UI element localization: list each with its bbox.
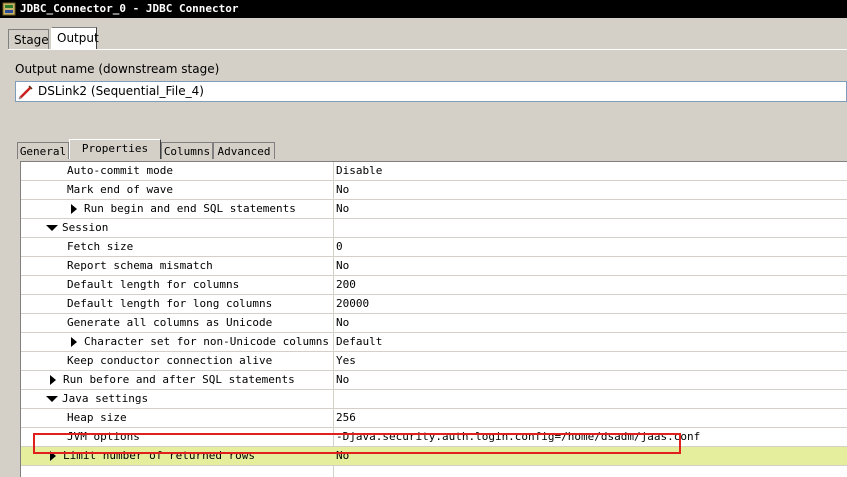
- property-row-fetch-size[interactable]: Fetch size 0: [21, 238, 847, 257]
- output-name-value: DSLink2 (Sequential_File_4): [38, 84, 204, 98]
- property-row-jvm-options[interactable]: JVM options -Djava.security.auth.login.c…: [21, 428, 847, 447]
- property-value[interactable]: 0: [336, 238, 343, 256]
- row-handle: [21, 447, 43, 465]
- row-handle: [21, 352, 43, 370]
- property-value[interactable]: 200: [336, 276, 356, 294]
- property-row-limit-returned-rows[interactable]: Limit number of returned rows No: [21, 447, 847, 466]
- property-name: Fetch size: [67, 240, 134, 253]
- property-row-character-set[interactable]: Character set for non-Unicode columns De…: [21, 333, 847, 352]
- output-name-label: Output name (downstream stage): [15, 62, 220, 76]
- property-name: Run before and after SQL statements: [63, 373, 295, 386]
- property-name: Mark end of wave: [67, 183, 173, 196]
- tab-strip-divider: [8, 49, 847, 50]
- property-row-mark-end-of-wave[interactable]: Mark end of wave No: [21, 181, 847, 200]
- property-name: Character set for non-Unicode columns: [84, 335, 330, 348]
- collapse-icon[interactable]: [46, 396, 58, 402]
- property-value[interactable]: Default: [336, 333, 382, 351]
- row-handle: [21, 238, 43, 256]
- row-handle: [21, 428, 43, 446]
- link-icon: [18, 85, 33, 100]
- property-row-java-settings[interactable]: Java settings: [21, 390, 847, 409]
- row-handle: [21, 162, 43, 180]
- expand-icon[interactable]: [71, 337, 77, 347]
- window-title-bar[interactable]: JDBC_Connector_0 - JDBC Connector: [0, 0, 847, 18]
- property-name: Report schema mismatch: [67, 259, 213, 272]
- property-row-run-begin-end-sql[interactable]: Run begin and end SQL statements No: [21, 200, 847, 219]
- property-row-report-schema-mismatch[interactable]: Report schema mismatch No: [21, 257, 847, 276]
- property-value[interactable]: 20000: [336, 295, 369, 313]
- connector-stage-icon: [2, 2, 16, 16]
- row-handle: [21, 371, 43, 389]
- property-row-session[interactable]: Session: [21, 219, 847, 238]
- row-handle: [21, 181, 43, 199]
- collapse-icon[interactable]: [46, 225, 58, 231]
- row-handle: [21, 276, 43, 294]
- property-name: Run begin and end SQL statements: [84, 202, 296, 215]
- property-name: Limit number of returned rows: [63, 449, 256, 462]
- property-row-default-length-long-columns[interactable]: Default length for long columns 20000: [21, 295, 847, 314]
- row-handle: [21, 409, 43, 427]
- property-value[interactable]: No: [336, 447, 349, 465]
- property-value[interactable]: Yes: [336, 352, 356, 370]
- property-name: Session: [62, 221, 109, 234]
- property-value[interactable]: No: [336, 257, 349, 275]
- tab-stage[interactable]: Stage: [8, 29, 49, 49]
- row-handle: [21, 314, 43, 332]
- property-name: Default length for columns: [67, 278, 240, 291]
- properties-grid[interactable]: Auto-commit mode Disable Mark end of wav…: [20, 161, 847, 477]
- property-name: Java settings: [62, 392, 149, 405]
- property-name: Auto-commit mode: [67, 164, 173, 177]
- row-handle: [21, 257, 43, 275]
- property-value[interactable]: No: [336, 181, 349, 199]
- row-handle: [21, 219, 43, 237]
- property-name: Keep conductor connection alive: [67, 354, 273, 367]
- property-row-default-length-columns[interactable]: Default length for columns 200: [21, 276, 847, 295]
- property-name: JVM options: [67, 430, 140, 443]
- property-row-generate-unicode[interactable]: Generate all columns as Unicode No: [21, 314, 847, 333]
- expand-icon[interactable]: [50, 451, 56, 461]
- property-name: Heap size: [67, 411, 127, 424]
- property-value[interactable]: 256: [336, 409, 356, 427]
- property-value[interactable]: No: [336, 314, 349, 332]
- property-name: Generate all columns as Unicode: [67, 316, 273, 329]
- property-value[interactable]: No: [336, 200, 349, 218]
- tab-advanced[interactable]: Advanced: [213, 142, 275, 159]
- property-row-heap-size[interactable]: Heap size 256: [21, 409, 847, 428]
- tab-columns[interactable]: Columns: [161, 142, 213, 159]
- row-handle: [21, 200, 43, 218]
- row-handle: [21, 390, 43, 408]
- tab-properties[interactable]: Properties: [69, 139, 161, 159]
- row-handle: [21, 333, 43, 351]
- property-value[interactable]: No: [336, 371, 349, 389]
- row-handle: [21, 295, 43, 313]
- property-name: Default length for long columns: [67, 297, 273, 310]
- property-row-auto-commit-mode[interactable]: Auto-commit mode Disable: [21, 162, 847, 181]
- property-row-keep-conductor-alive[interactable]: Keep conductor connection alive Yes: [21, 352, 847, 371]
- property-row-run-before-after-sql[interactable]: Run before and after SQL statements No: [21, 371, 847, 390]
- expand-icon[interactable]: [71, 204, 77, 214]
- expand-icon[interactable]: [50, 375, 56, 385]
- property-value[interactable]: Disable: [336, 162, 382, 180]
- property-value[interactable]: -Djava.security.auth.login.config=/home/…: [336, 428, 700, 446]
- window-title: JDBC_Connector_0 - JDBC Connector: [20, 2, 239, 15]
- output-name-select[interactable]: DSLink2 (Sequential_File_4): [15, 81, 847, 102]
- tab-general[interactable]: General: [17, 142, 69, 159]
- tab-output[interactable]: Output: [51, 27, 99, 49]
